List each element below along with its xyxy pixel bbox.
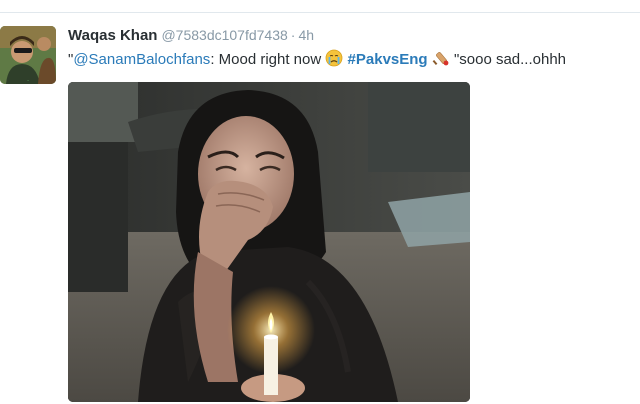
text-fragment: : Mood right now	[210, 51, 322, 68]
tweet-text: "@SanamBalochfans: Mood right now #Pakvs…	[68, 48, 636, 72]
tweet-timestamp[interactable]: 4h	[298, 27, 314, 43]
user-handle[interactable]: @7583dc107fd7438	[161, 27, 287, 43]
mention-link[interactable]: @SanamBalochfans	[73, 51, 210, 68]
avatar[interactable]: .	[0, 26, 56, 84]
tweet-photo[interactable]	[68, 82, 470, 402]
text-fragment: "sooo sad...ohhh	[453, 51, 567, 68]
avatar-image: .	[0, 26, 56, 84]
separator-dot: ·	[290, 27, 296, 43]
user-fullname[interactable]: Waqas Khan	[68, 27, 157, 44]
cricket-bat-icon	[432, 49, 450, 67]
tweet-header: Waqas Khan @7583dc107fd7438 · 4h	[68, 24, 636, 46]
timeline-divider	[0, 12, 640, 13]
photo-woman-crying-with-candle	[68, 82, 470, 402]
hashtag-link[interactable]: #PakvsEng	[348, 51, 428, 68]
crying-face-icon	[325, 49, 343, 67]
tweet[interactable]: Waqas Khan @7583dc107fd7438 · 4h "@SanamBal…	[68, 24, 636, 72]
